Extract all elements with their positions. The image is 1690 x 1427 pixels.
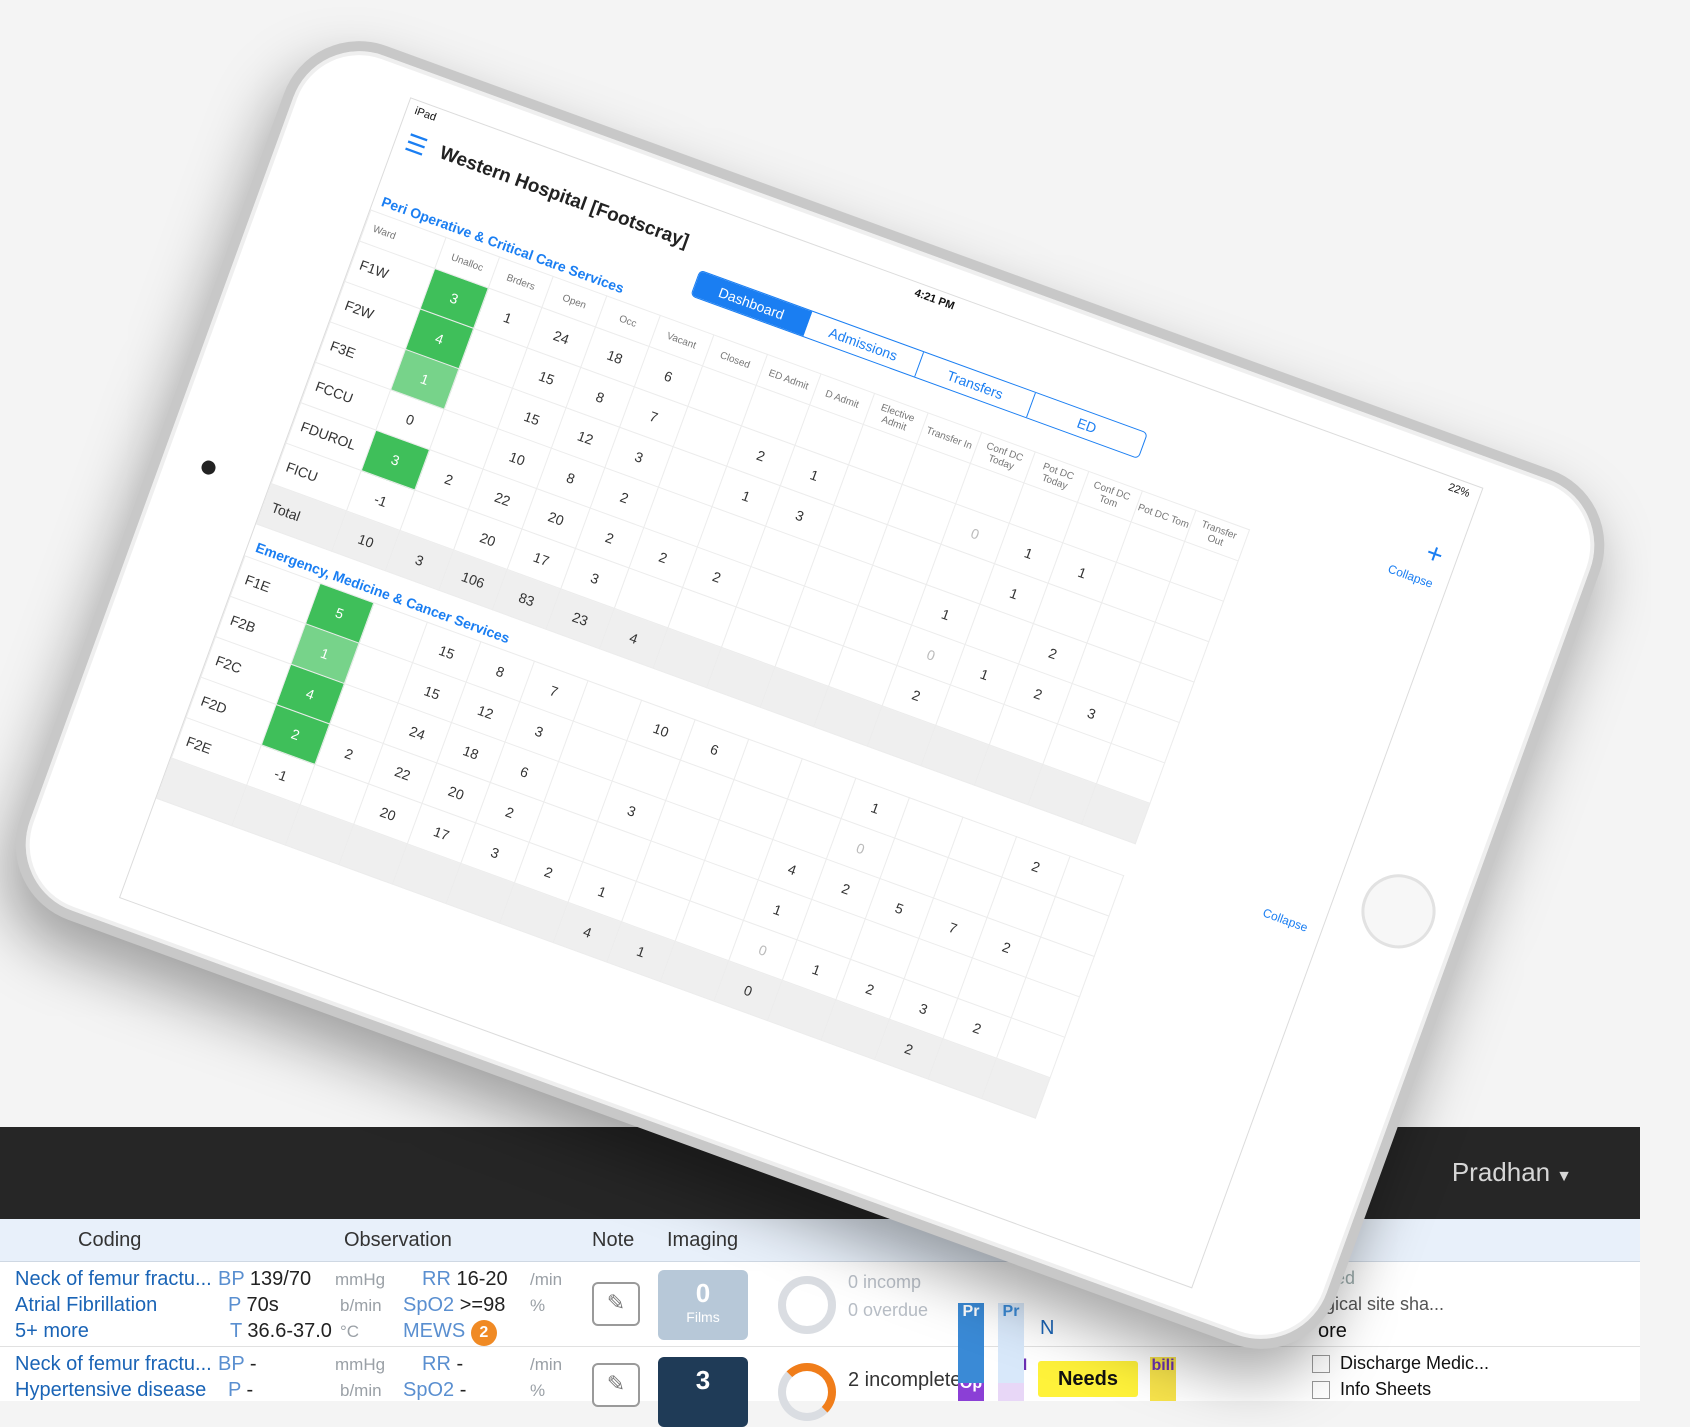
tag-pre-2: Pr (998, 1303, 1024, 1383)
tag-text: N (1040, 1317, 1055, 1339)
edit-note-icon[interactable]: ✎ (592, 1282, 640, 1326)
mews-badge: 2 (470, 1320, 497, 1346)
obs-bp: BP - (218, 1353, 257, 1375)
checklist-more-link[interactable]: ore (1318, 1320, 1347, 1343)
caret-down-icon: ▼ (1556, 1168, 1572, 1185)
obs-pulse: P - (228, 1379, 254, 1401)
coding-link[interactable]: Neck of femur fractu... (15, 1268, 212, 1291)
coding-link[interactable]: Atrial Fibrillation (15, 1294, 157, 1317)
tag-mobility: bili (1150, 1357, 1176, 1401)
column-header-observation: Observation (344, 1229, 452, 1251)
user-menu[interactable]: Pradhan ▼ (1452, 1157, 1572, 1188)
tasks-donut (778, 1276, 836, 1334)
coding-link[interactable]: Neck of femur fractu... (15, 1353, 212, 1376)
imaging-films[interactable]: 0 Films (658, 1270, 748, 1340)
user-name: Pradhan (1451, 1157, 1551, 1187)
add-icon[interactable]: + (1422, 536, 1448, 572)
obs-spo2: SpO2 - (403, 1379, 467, 1401)
obs-temp: T 36.6-37.0 (230, 1320, 332, 1342)
obs-pulse-unit: b/min (340, 1381, 382, 1400)
column-header-imaging: Imaging (667, 1229, 739, 1251)
coding-more-link[interactable]: 5+ more (15, 1320, 89, 1343)
obs-rr-unit: /min (530, 1355, 563, 1374)
imaging-films[interactable]: 3 (658, 1357, 748, 1427)
obs-bp-unit: mmHg (335, 1355, 386, 1374)
obs-spo2-unit: % (530, 1381, 546, 1400)
patient-row: Neck of femur fractu... Atrial Fibrillat… (0, 1262, 1640, 1347)
home-button[interactable] (1351, 863, 1446, 959)
checklist-item[interactable]: Info Sheets (1312, 1379, 1431, 1400)
patient-row: Neck of femur fractu... Hypertensive dis… (0, 1347, 1640, 1427)
tasks-donut (778, 1363, 836, 1421)
obs-pulse: P 70s (228, 1294, 279, 1316)
obs-rr: RR 16-20 (422, 1268, 508, 1290)
tab-ed[interactable]: ED (1027, 393, 1147, 458)
checkbox[interactable] (1312, 1355, 1330, 1374)
obs-temp-unit: °C (340, 1322, 360, 1341)
coding-link[interactable]: Hypertensive disease (15, 1379, 206, 1402)
battery-level: 22% (1446, 481, 1472, 501)
obs-bp-unit: mmHg (335, 1270, 386, 1289)
camera-icon (199, 458, 218, 477)
obs-rr-unit: /min (530, 1270, 563, 1289)
obs-spo2-unit: % (530, 1296, 546, 1315)
checklist-item[interactable]: Discharge Medic... (1312, 1353, 1489, 1374)
obs-spo2: SpO2 >=98 (403, 1294, 506, 1316)
obs-rr: RR - (422, 1353, 464, 1375)
tab-transfers[interactable]: Transfers (915, 352, 1036, 418)
status-badge: Needs (1038, 1361, 1138, 1397)
tag-pre: Pr (958, 1303, 984, 1383)
menu-icon[interactable]: ☰ (401, 128, 431, 163)
obs-pulse-unit: b/min (340, 1296, 382, 1315)
edit-note-icon[interactable]: ✎ (592, 1363, 640, 1407)
tab-admissions[interactable]: Admissions (803, 311, 925, 377)
checkbox[interactable] (1312, 1381, 1330, 1400)
column-header-coding: Coding (78, 1229, 142, 1251)
tasks-incomplete: 0 incomp (848, 1272, 922, 1292)
patient-table-header: Coding Observation Note Imaging (0, 1219, 1640, 1262)
device-label: iPad (412, 105, 438, 124)
checklist-text: gical site sha... (1325, 1294, 1445, 1314)
clock: 4:21 PM (912, 286, 957, 313)
tasks-incomplete: 2 incomplete (848, 1369, 962, 1391)
obs-bp: BP 139/70 (218, 1268, 312, 1290)
collapse-link[interactable]: Collapse (1261, 906, 1310, 935)
tab-dashboard[interactable]: Dashboard (691, 270, 813, 337)
tasks-overdue: 0 overdue (848, 1300, 929, 1320)
column-header-note: Note (592, 1229, 635, 1251)
ipad-screen: iPad 4:21 PM 22% ☰ Western Hospital [Foo… (118, 97, 1484, 1289)
obs-mews: MEWS 2 (403, 1320, 497, 1346)
